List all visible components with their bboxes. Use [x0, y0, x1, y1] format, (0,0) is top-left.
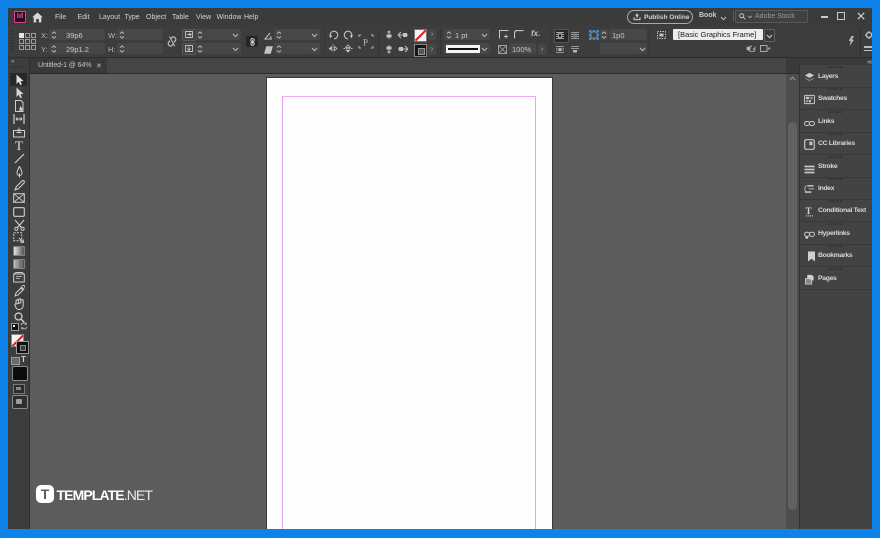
svg-text:P: P [363, 38, 368, 48]
svg-text:T: T [806, 206, 812, 216]
